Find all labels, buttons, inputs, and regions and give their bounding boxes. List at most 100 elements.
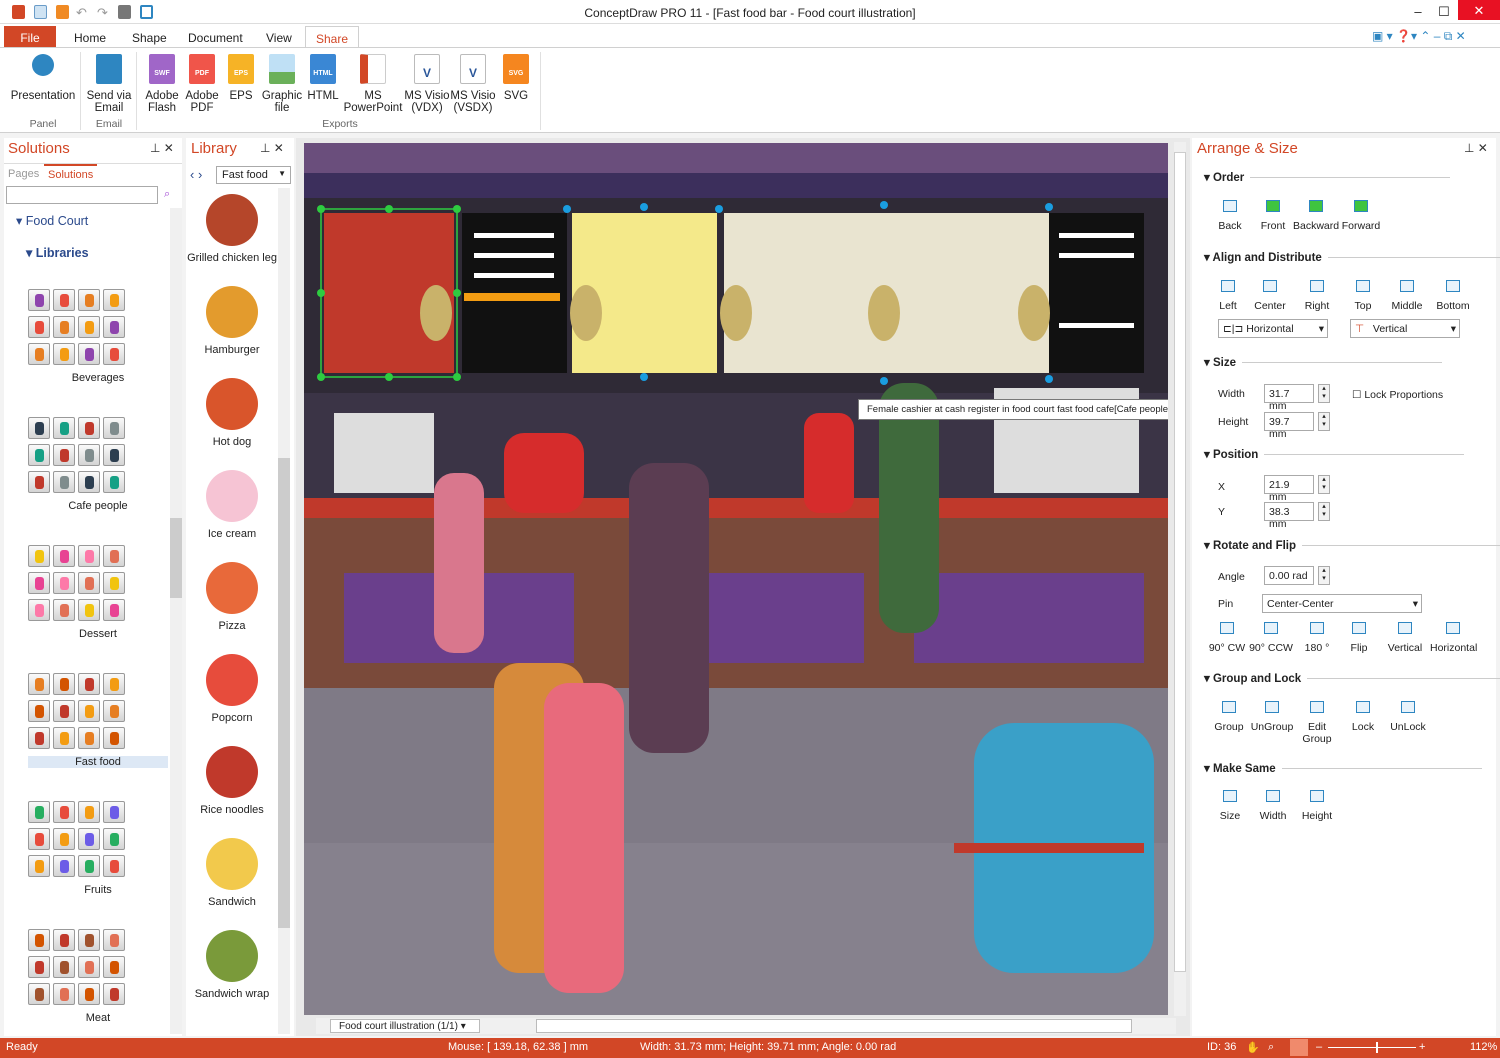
library-tile[interactable] bbox=[103, 956, 125, 978]
tab-view[interactable]: View bbox=[256, 26, 302, 48]
rotate-90-ccw-button[interactable]: 90° CCW bbox=[1248, 622, 1294, 654]
align-right-button[interactable]: Right bbox=[1294, 280, 1340, 312]
library-item[interactable]: Ice cream bbox=[186, 470, 278, 540]
library-tile[interactable] bbox=[28, 289, 50, 311]
x-stepper[interactable]: ▴ ▾ bbox=[1318, 475, 1330, 494]
height-stepper[interactable]: ▴ ▾ bbox=[1318, 412, 1330, 431]
library-nav-arrows[interactable]: ‹ › bbox=[190, 167, 202, 182]
library-tile[interactable] bbox=[78, 727, 100, 749]
tab-pages[interactable]: Pages bbox=[8, 168, 39, 180]
send-back-button[interactable]: Back bbox=[1207, 200, 1253, 232]
close-button[interactable]: ✕ bbox=[1458, 0, 1500, 20]
library-tile[interactable] bbox=[28, 983, 50, 1005]
library-group[interactable]: Beverages bbox=[28, 288, 168, 384]
library-tile[interactable] bbox=[103, 316, 125, 338]
section-make-same[interactable]: ▾ Make Same bbox=[1204, 761, 1481, 775]
bring-front-button[interactable]: Front bbox=[1250, 200, 1296, 232]
library-tile[interactable] bbox=[53, 727, 75, 749]
library-tile[interactable] bbox=[53, 316, 75, 338]
maximize-button[interactable]: ☐ bbox=[1430, 4, 1458, 20]
tab-file[interactable]: File bbox=[4, 26, 56, 48]
send-email-button[interactable]: Send via Email bbox=[84, 54, 134, 114]
library-tile[interactable] bbox=[53, 471, 75, 493]
make-same-width-button[interactable]: Width bbox=[1250, 790, 1296, 822]
tab-home[interactable]: Home bbox=[64, 26, 116, 48]
backward-button[interactable]: Backward bbox=[1293, 200, 1339, 232]
library-tile[interactable] bbox=[78, 801, 100, 823]
library-item[interactable]: Hamburger bbox=[186, 286, 278, 356]
section-rotate[interactable]: ▾ Rotate and Flip bbox=[1204, 538, 1500, 552]
canvas-horizontal-scrollbar[interactable] bbox=[536, 1019, 1132, 1033]
library-tile[interactable] bbox=[78, 929, 100, 951]
library-tile[interactable] bbox=[28, 855, 50, 877]
group-group-button[interactable]: Group bbox=[1206, 701, 1252, 733]
library-item[interactable]: Grilled chicken leg bbox=[186, 194, 278, 264]
library-item[interactable]: Rice noodles bbox=[186, 746, 278, 816]
canvas-vertical-scrollbar[interactable] bbox=[1174, 142, 1186, 1016]
library-tile[interactable] bbox=[78, 343, 100, 365]
library-tile[interactable] bbox=[28, 727, 50, 749]
minimize-button[interactable]: – bbox=[1404, 4, 1432, 19]
library-item[interactable]: Hot dog bbox=[186, 378, 278, 448]
section-size[interactable]: ▾ Size bbox=[1204, 355, 1442, 369]
library-tile[interactable] bbox=[53, 700, 75, 722]
section-position[interactable]: ▾ Position bbox=[1204, 447, 1467, 461]
library-tile[interactable] bbox=[28, 545, 50, 567]
tab-shape[interactable]: Shape bbox=[122, 26, 177, 48]
library-tile[interactable] bbox=[53, 289, 75, 311]
library-tile[interactable] bbox=[28, 343, 50, 365]
pin-icon[interactable]: ⊥ ✕ bbox=[150, 141, 174, 155]
library-tile[interactable] bbox=[78, 572, 100, 594]
align-top-button[interactable]: Top bbox=[1340, 280, 1386, 312]
solutions-scrollbar[interactable] bbox=[170, 208, 182, 1034]
library-scrollbar[interactable] bbox=[278, 188, 290, 1034]
library-tile[interactable] bbox=[78, 673, 100, 695]
angle-input[interactable]: 0.00 rad bbox=[1264, 566, 1314, 585]
library-tile[interactable] bbox=[78, 545, 100, 567]
library-tile[interactable] bbox=[103, 417, 125, 439]
height-input[interactable]: 39.7 mm bbox=[1264, 412, 1314, 440]
library-tile[interactable] bbox=[103, 801, 125, 823]
export-graphic-button[interactable]: Graphic file bbox=[260, 54, 304, 114]
make-same-size-button[interactable]: Size bbox=[1207, 790, 1253, 822]
zoom-in-button[interactable]: + bbox=[1419, 1041, 1425, 1053]
library-tile[interactable] bbox=[28, 599, 50, 621]
library-tile[interactable] bbox=[78, 417, 100, 439]
export-html-button[interactable]: HTML HTML bbox=[304, 54, 342, 102]
tree-libraries[interactable]: ▾ Libraries bbox=[26, 245, 89, 260]
export-powerpoint-button[interactable]: MS PowerPoint bbox=[342, 54, 404, 114]
fit-icon[interactable] bbox=[1290, 1039, 1308, 1056]
library-tile[interactable] bbox=[103, 444, 125, 466]
library-tile[interactable] bbox=[103, 343, 125, 365]
library-dropdown[interactable]: Fast food ▼ bbox=[216, 166, 291, 184]
rotate-90-cw-button[interactable]: 90° CW bbox=[1204, 622, 1250, 654]
y-stepper[interactable]: ▴ ▾ bbox=[1318, 502, 1330, 521]
library-tile[interactable] bbox=[28, 673, 50, 695]
export-vdx-button[interactable]: V MS Visio (VDX) bbox=[404, 54, 450, 114]
library-tile[interactable] bbox=[28, 572, 50, 594]
section-align[interactable]: ▾ Align and Distribute bbox=[1204, 250, 1500, 264]
search-icon[interactable]: ⌕ bbox=[164, 188, 170, 201]
library-tile[interactable] bbox=[78, 444, 100, 466]
section-order[interactable]: ▾ Order bbox=[1204, 170, 1453, 184]
library-tile[interactable] bbox=[53, 545, 75, 567]
library-tile[interactable] bbox=[103, 673, 125, 695]
library-tile[interactable] bbox=[53, 343, 75, 365]
library-tile[interactable] bbox=[78, 828, 100, 850]
library-group[interactable]: Fruits bbox=[28, 800, 168, 896]
library-item[interactable]: Sandwich wrap bbox=[186, 930, 278, 1000]
drawing-canvas[interactable]: Female cashier at cash register in food … bbox=[304, 143, 1168, 1015]
x-input[interactable]: 21.9 mm bbox=[1264, 475, 1314, 503]
library-tile[interactable] bbox=[53, 929, 75, 951]
library-tile[interactable] bbox=[103, 727, 125, 749]
library-tile[interactable] bbox=[78, 599, 100, 621]
library-tile[interactable] bbox=[53, 801, 75, 823]
library-tile[interactable] bbox=[103, 855, 125, 877]
presentation-button[interactable]: Presentation bbox=[8, 54, 78, 102]
library-tile[interactable] bbox=[28, 956, 50, 978]
width-input[interactable]: 31.7 mm bbox=[1264, 384, 1314, 412]
library-tile[interactable] bbox=[53, 444, 75, 466]
section-group-lock[interactable]: ▾ Group and Lock bbox=[1204, 671, 1500, 685]
export-eps-button[interactable]: EPS EPS bbox=[224, 54, 258, 102]
library-tile[interactable] bbox=[103, 545, 125, 567]
